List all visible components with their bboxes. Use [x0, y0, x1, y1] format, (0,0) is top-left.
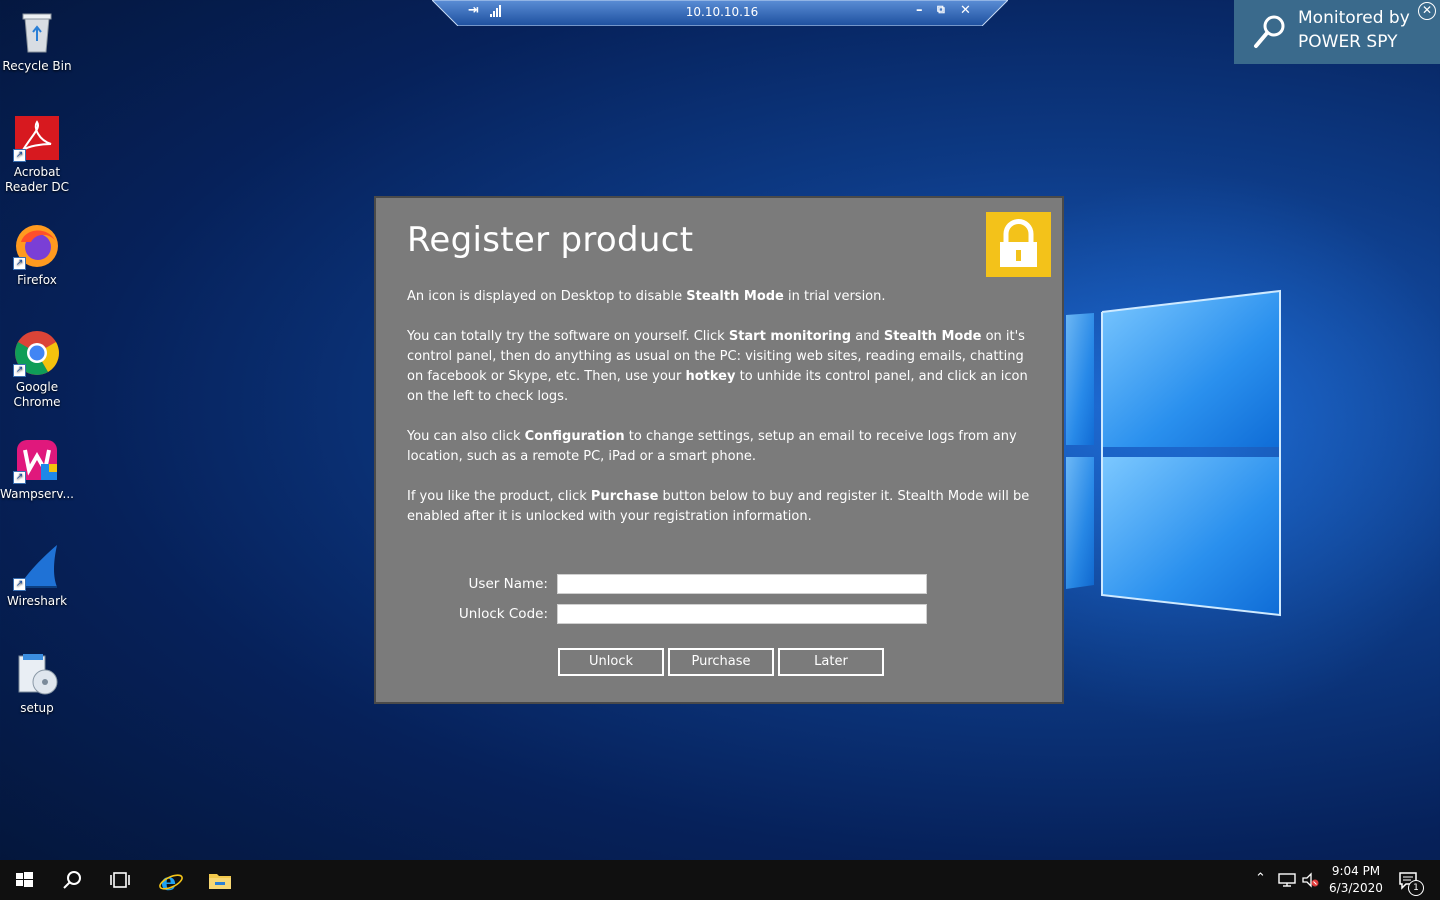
rdp-minimize-button[interactable]: –	[916, 3, 923, 18]
clock-time: 9:04 PM	[1331, 864, 1381, 878]
setup-icon	[13, 650, 61, 698]
pin-icon[interactable]: ⇥	[468, 3, 479, 18]
firefox-icon: ↗	[13, 222, 61, 270]
system-clock[interactable]: 9:04 PM 6/3/2020	[1326, 863, 1386, 897]
monitored-by-badge[interactable]: Monitored by POWER SPY ✕	[1234, 0, 1440, 64]
info-paragraph-2: You can totally try the software on your…	[407, 329, 1028, 404]
unlock-code-input[interactable]	[557, 604, 927, 624]
info-paragraph-3: You can also click Configuration to chan…	[407, 429, 1017, 464]
wampserver-icon: ↗	[13, 436, 61, 484]
taskbar: e ⌃ 9:04 PM 6/3/2020 1	[0, 860, 1440, 900]
purchase-button[interactable]: Purchase	[668, 648, 774, 676]
badge-close-button[interactable]: ✕	[1418, 2, 1436, 20]
desktop-icon-wampserver[interactable]: ↗ Wampserv...	[0, 436, 74, 502]
info-paragraph-1: An icon is displayed on Desktop to disab…	[407, 289, 886, 304]
internet-explorer-icon[interactable]: e	[158, 867, 183, 896]
chrome-icon: ↗	[13, 329, 61, 377]
shortcut-arrow-icon: ↗	[13, 257, 26, 270]
shortcut-arrow-icon: ↗	[13, 364, 26, 377]
desktop-icon-chrome[interactable]: ↗ Google Chrome	[0, 329, 74, 410]
notification-count-badge: 1	[1408, 880, 1424, 896]
magnifier-icon	[1252, 14, 1288, 54]
rdp-close-button[interactable]: ✕	[960, 3, 971, 18]
desktop-icon-label: Wireshark	[6, 594, 68, 608]
user-name-input[interactable]	[557, 574, 927, 594]
monitored-by-text: Monitored by	[1298, 8, 1410, 28]
volume-muted-icon[interactable]	[1302, 872, 1320, 892]
rdp-restore-button[interactable]: ⧉	[937, 3, 945, 17]
later-button[interactable]: Later	[778, 648, 884, 676]
desktop-icon-recycle-bin[interactable]: Recycle Bin	[0, 8, 74, 74]
lock-icon	[986, 212, 1051, 277]
desktop-icon-label: Firefox	[17, 273, 57, 287]
file-explorer-icon[interactable]	[207, 868, 231, 892]
power-spy-text: POWER SPY	[1298, 32, 1398, 52]
register-product-dialog: Register product An icon is displayed on…	[374, 196, 1064, 704]
desktop-icon-label: Recycle Bin	[2, 59, 72, 73]
network-icon[interactable]	[1278, 872, 1296, 892]
desktop-icon-label: Google Chrome	[13, 380, 61, 409]
dialog-title: Register product	[407, 220, 694, 260]
desktop-icon-label: setup	[20, 701, 54, 715]
clock-date: 6/3/2020	[1329, 881, 1383, 895]
search-icon[interactable]	[60, 868, 84, 892]
unlock-button[interactable]: Unlock	[558, 648, 664, 676]
shortcut-arrow-icon: ↗	[13, 149, 26, 162]
user-name-label: User Name:	[468, 576, 548, 592]
desktop-icon-wireshark[interactable]: ↗ Wireshark	[0, 543, 74, 609]
shortcut-arrow-icon: ↗	[13, 471, 26, 484]
rdp-connection-bar[interactable]: ⇥ 10.10.10.16 – ⧉ ✕	[432, 0, 1008, 26]
wireshark-icon: ↗	[13, 543, 61, 591]
unlock-code-label: Unlock Code:	[458, 606, 548, 622]
info-paragraph-4: If you like the product, click Purchase …	[407, 489, 1030, 524]
recycle-bin-icon	[13, 8, 61, 56]
task-view-icon[interactable]	[108, 868, 132, 892]
rdp-host-address: 10.10.10.16	[685, 5, 759, 19]
desktop-icon-label: Acrobat Reader DC	[5, 165, 69, 194]
chevron-up-icon[interactable]: ⌃	[1255, 871, 1266, 886]
acrobat-icon: ↗	[13, 114, 61, 162]
desktop-icon-firefox[interactable]: ↗ Firefox	[0, 222, 74, 288]
shortcut-arrow-icon: ↗	[13, 578, 26, 591]
start-windows-icon[interactable]	[12, 868, 36, 892]
windows-logo-wallpaper	[1066, 285, 1282, 619]
desktop-icon-acrobat[interactable]: ↗ Acrobat Reader DC	[0, 114, 74, 195]
desktop-icon-label: Wampserv...	[0, 487, 74, 501]
desktop-icon-setup[interactable]: setup	[0, 650, 74, 716]
